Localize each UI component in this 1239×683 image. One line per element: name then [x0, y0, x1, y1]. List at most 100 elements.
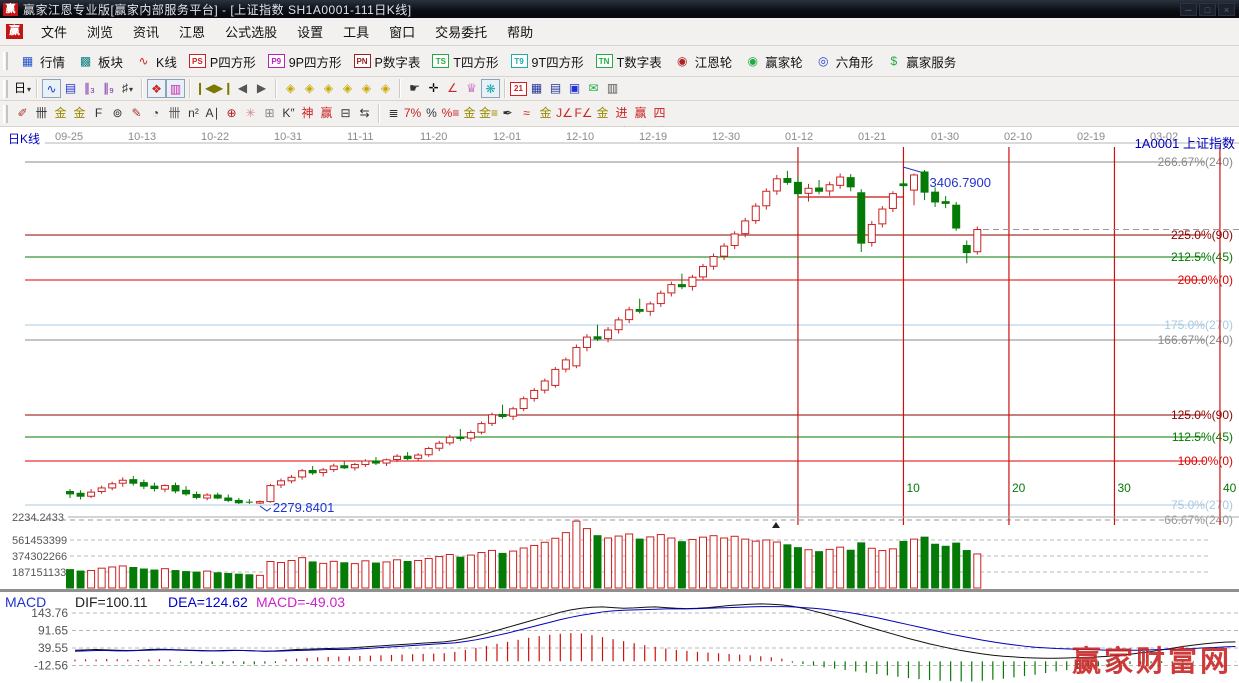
nav-next-icon[interactable]: ▶ — [252, 79, 271, 98]
angle-j-icon[interactable]: J∠ — [555, 104, 574, 123]
calculator-icon[interactable]: ▦ — [527, 79, 546, 98]
volume-bar — [953, 543, 960, 588]
gold-fence-2-icon[interactable]: 金 — [70, 104, 89, 123]
gold-fence-1-icon[interactable]: 金 — [51, 104, 70, 123]
circle-target-icon[interactable]: ⊕ — [222, 104, 241, 123]
p-square-button[interactable]: PSP四方形 — [183, 50, 262, 73]
gann-diamond-hsplit-icon[interactable]: ◈ — [319, 79, 338, 98]
crosshair-icon[interactable]: ✛ — [424, 79, 443, 98]
winner-wheel-button[interactable]: ◉赢家轮 — [738, 50, 809, 73]
angle-si-icon[interactable]: 四∠ — [650, 104, 669, 123]
span-arrows-icon[interactable]: ⇆ — [355, 104, 374, 123]
gann-diamond-right-icon[interactable]: ◈ — [300, 79, 319, 98]
menu-help[interactable]: 帮助 — [497, 18, 543, 45]
calendar-icon[interactable]: 21 — [510, 82, 527, 96]
nav-first-icon[interactable]: ❙◀ — [195, 79, 214, 98]
candle-style-icon[interactable]: ♯▾ — [118, 79, 137, 98]
info-board-icon[interactable]: ▤ — [61, 79, 80, 98]
volume-bar — [341, 563, 348, 588]
spiral-tool-icon[interactable]: ⊚ — [108, 104, 127, 123]
gann-diamond-star-icon[interactable]: ◈ — [357, 79, 376, 98]
gold-circle-icon[interactable]: 金 — [460, 104, 479, 123]
window-minimize[interactable]: ─ — [1180, 3, 1197, 16]
price-ladder-icon[interactable]: ≣ — [384, 104, 403, 123]
menu-browse[interactable]: 浏览 — [77, 18, 123, 45]
compress-3-icon[interactable]: ∥₃ — [80, 79, 99, 98]
nav-prev-icon[interactable]: ◀ — [233, 79, 252, 98]
crown-tool-icon[interactable]: ♕ — [462, 79, 481, 98]
period-day-icon[interactable]: 日▾ — [13, 79, 32, 98]
toolbar-grip[interactable] — [3, 80, 8, 98]
gann-diamond-left-icon[interactable]: ◈ — [281, 79, 300, 98]
winner-service-button[interactable]: $赢家服务 — [879, 50, 962, 73]
smart-analysis-icon[interactable]: ❋ — [481, 79, 500, 98]
chip-distribution-icon[interactable]: ❖ — [147, 79, 166, 98]
gann-diamond-cross-icon[interactable]: ◈ — [338, 79, 357, 98]
angle-a-icon[interactable]: A∣ — [203, 104, 222, 123]
pane-splitter[interactable] — [0, 589, 1239, 592]
gann-fence-icon[interactable]: 卌 — [32, 104, 51, 123]
n-square-icon[interactable]: n² — [184, 104, 203, 123]
toolbar-grip[interactable] — [3, 105, 8, 123]
fence-plain-icon[interactable]: 卌 — [165, 104, 184, 123]
percent-7-icon[interactable]: 7% — [403, 104, 422, 123]
menu-tools[interactable]: 工具 — [333, 18, 379, 45]
nav-last-icon[interactable]: ▶❙ — [214, 79, 233, 98]
f-fence-icon[interactable]: F — [89, 104, 108, 123]
gann-diamond-expand-icon[interactable]: ◈ — [376, 79, 395, 98]
percent-lines-icon[interactable]: %≡ — [441, 104, 460, 123]
line-type-icon[interactable]: ∿ — [42, 79, 61, 98]
9t-square-button[interactable]: T99T四方形 — [505, 50, 590, 73]
ruler-123-icon[interactable]: ⊟ — [336, 104, 355, 123]
window-maximize[interactable]: □ — [1199, 3, 1216, 16]
menu-settings[interactable]: 设置 — [287, 18, 333, 45]
drag-hand-icon[interactable]: ☛ — [405, 79, 424, 98]
menu-window[interactable]: 窗口 — [379, 18, 425, 45]
print-icon[interactable]: ▥ — [603, 79, 622, 98]
menu-news[interactable]: 资讯 — [123, 18, 169, 45]
menu-trade-entrust[interactable]: 交易委托 — [425, 18, 497, 45]
notes-icon[interactable]: ▤ — [546, 79, 565, 98]
angle-measure-icon[interactable]: ∠ — [443, 79, 462, 98]
gann-wheel-button[interactable]: ◉江恩轮 — [668, 50, 739, 73]
compress-9-icon[interactable]: ∥₉ — [99, 79, 118, 98]
candle-style-dropdown[interactable]: ▾ — [129, 85, 133, 94]
menu-gann[interactable]: 江恩 — [169, 18, 215, 45]
save-icon[interactable]: ▣ — [565, 79, 584, 98]
volume-bar — [963, 551, 970, 588]
angle-gold-icon[interactable]: 金∠ — [593, 104, 612, 123]
menu-file[interactable]: 文件 — [31, 18, 77, 45]
ying-tool-icon[interactable]: 赢 — [317, 104, 336, 123]
p-number-table-button[interactable]: PNP数字表 — [348, 50, 427, 73]
star-circle-icon[interactable]: ✳ — [241, 104, 260, 123]
angle-f-icon[interactable]: F∠ — [574, 104, 593, 123]
draw-compass-icon[interactable]: ✐ — [13, 104, 32, 123]
gold-band-icon[interactable]: 金 — [536, 104, 555, 123]
kline-chart-button[interactable]: ∿K线 — [129, 50, 183, 73]
market-quotes-button[interactable]: ▦行情 — [13, 50, 71, 73]
percent-tool-icon[interactable]: % — [422, 104, 441, 123]
menu-formula-picker[interactable]: 公式选股 — [215, 18, 287, 45]
t-number-table-button[interactable]: TNT数字表 — [590, 50, 668, 73]
shen-tool-icon[interactable]: 神 — [298, 104, 317, 123]
gold-lines-icon[interactable]: 金≡ — [479, 104, 498, 123]
k-mark-icon[interactable]: K″ — [279, 104, 298, 123]
macd-indicator-title[interactable]: MACD — [5, 594, 46, 610]
hexagon-button[interactable]: ◎六角形 — [809, 50, 880, 73]
volume-profile-icon[interactable]: ▥ — [166, 79, 185, 98]
volume-bar — [510, 551, 517, 588]
angle-ying-icon[interactable]: 赢∠ — [631, 104, 650, 123]
toolbar-grip[interactable] — [3, 52, 8, 70]
t-square-button[interactable]: TST四方形 — [426, 50, 504, 73]
sectors-button[interactable]: ▩板块 — [71, 50, 129, 73]
grid-box-icon[interactable]: ⊞ — [260, 104, 279, 123]
9p-square-button[interactable]: P99P四方形 — [262, 50, 348, 73]
ink-pen-icon[interactable]: ✒ — [498, 104, 517, 123]
angle-jin-icon[interactable]: 进∠ — [612, 104, 631, 123]
period-day-dropdown[interactable]: ▾ — [27, 85, 31, 94]
time-dial-icon[interactable]: ◔ — [146, 104, 165, 123]
window-close[interactable]: × — [1218, 3, 1235, 16]
export-web-icon[interactable]: ✉ — [584, 79, 603, 98]
wave-lines-icon[interactable]: ≈ — [517, 104, 536, 123]
draw-pen-icon[interactable]: ✎ — [127, 104, 146, 123]
